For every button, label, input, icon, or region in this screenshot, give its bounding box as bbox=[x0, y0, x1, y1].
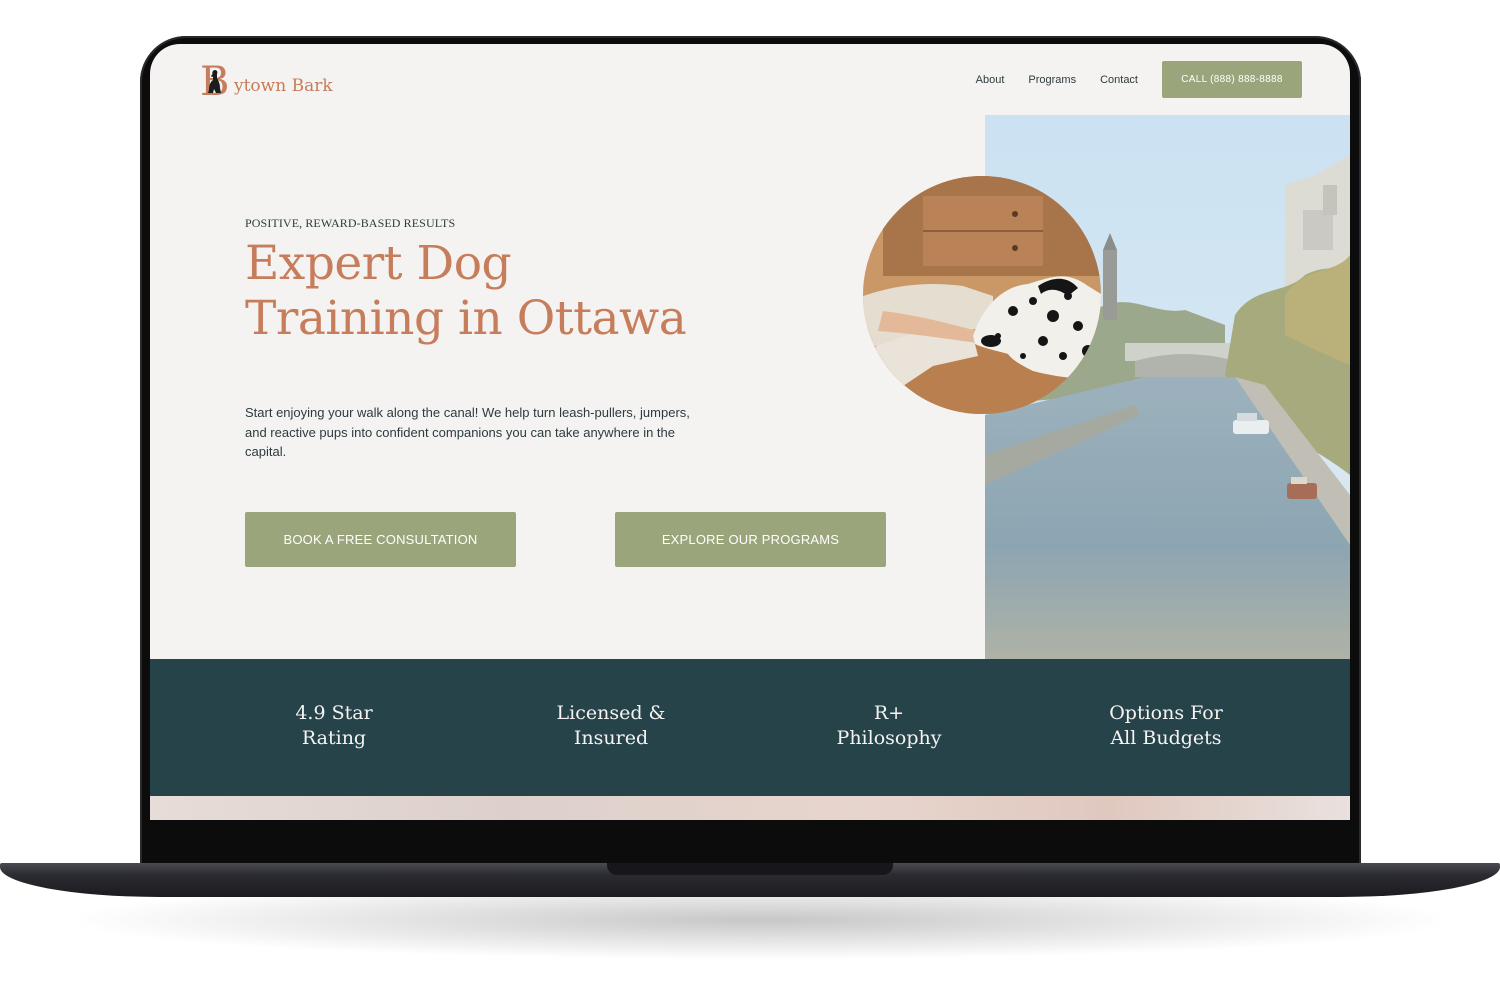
stat-budgets-line-1: Options For bbox=[1109, 702, 1223, 724]
book-consultation-button[interactable]: BOOK A FREE CONSULTATION bbox=[245, 512, 516, 567]
explore-programs-button[interactable]: EXPLORE OUR PROGRAMS bbox=[615, 512, 886, 567]
headline-line-2: Training in Ottawa bbox=[245, 291, 687, 346]
stats-band: 4.9 Star Rating Licensed & Insured R+ Ph… bbox=[150, 659, 1350, 796]
stat-budgets: Options For All Budgets bbox=[1046, 701, 1286, 751]
stat-rating-line-1: 4.9 Star bbox=[295, 702, 373, 724]
hero-eyebrow: POSITIVE, REWARD-BASED RESULTS bbox=[245, 216, 456, 230]
call-button[interactable]: CALL (888) 888-8888 bbox=[1162, 61, 1302, 98]
dog-silhouette-icon bbox=[208, 70, 221, 93]
logo-wordmark: ytown Bark bbox=[234, 76, 333, 96]
stat-rating: 4.9 Star Rating bbox=[214, 701, 454, 751]
stat-philosophy-line-1: R+ bbox=[873, 702, 905, 724]
hero-intro: Start enjoying your walk along the canal… bbox=[245, 405, 690, 459]
website-screen: B ytown Bark About Programs Contact CALL… bbox=[150, 44, 1350, 820]
stat-licensed: Licensed & Insured bbox=[491, 701, 731, 751]
stat-licensed-line-2: Insured bbox=[573, 727, 649, 749]
dog-training-photo bbox=[863, 176, 1101, 414]
hero-headline: Expert Dog Training in Ottawa bbox=[245, 236, 765, 346]
logo-mark: B bbox=[200, 62, 234, 102]
headline-line-1: Expert Dog bbox=[245, 236, 512, 291]
main-nav: About Programs Contact CALL (888) 888-88… bbox=[976, 61, 1302, 98]
nav-programs[interactable]: Programs bbox=[1028, 74, 1076, 86]
brand-logo[interactable]: B ytown Bark bbox=[200, 60, 333, 104]
stat-licensed-line-1: Licensed & bbox=[556, 702, 666, 724]
next-section-preview bbox=[150, 796, 1350, 820]
stat-rating-line-2: Rating bbox=[301, 727, 367, 749]
stat-budgets-line-2: All Budgets bbox=[1110, 727, 1222, 749]
laptop-notch bbox=[607, 863, 893, 875]
stat-philosophy: R+ Philosophy bbox=[769, 701, 1009, 751]
stat-philosophy-line-2: Philosophy bbox=[836, 727, 942, 749]
nav-about[interactable]: About bbox=[976, 74, 1005, 86]
nav-contact[interactable]: Contact bbox=[1100, 74, 1138, 86]
